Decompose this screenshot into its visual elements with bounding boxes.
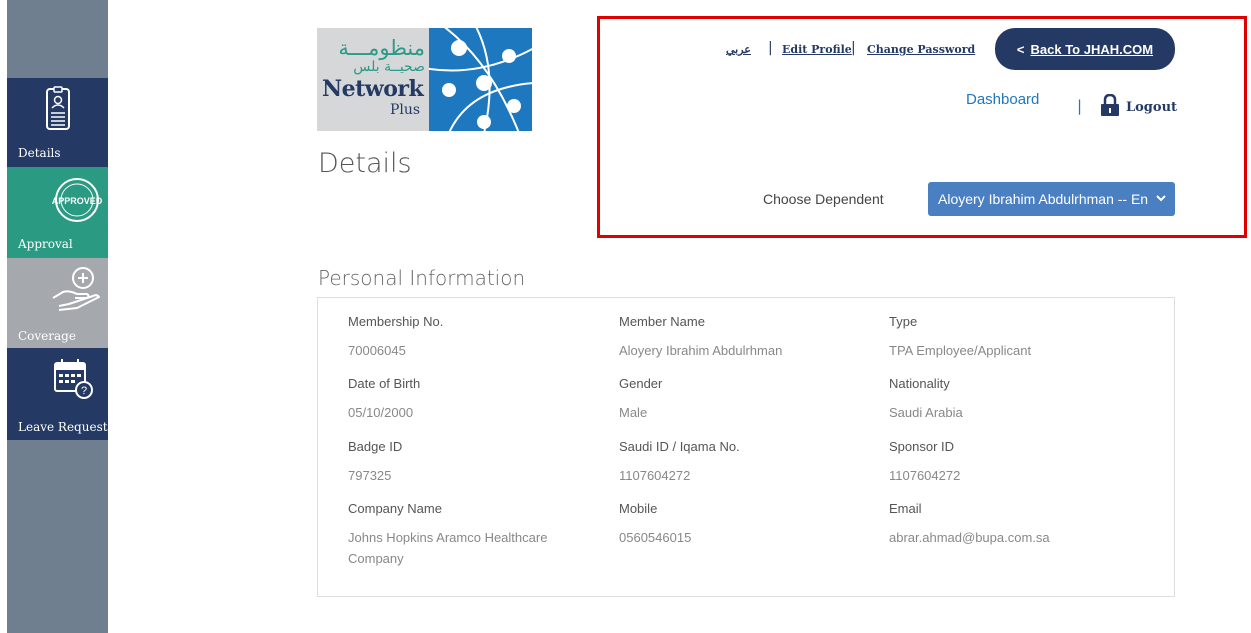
logo-arabic-line2: صحيــة بلس (353, 59, 425, 75)
back-to-jhah-button[interactable]: < Back To JHAH.COM (995, 28, 1175, 70)
badge-id-value: 797325 (348, 468, 392, 483)
logo-network-graphic (423, 28, 532, 131)
approved-stamp-icon: APPROVED (52, 175, 103, 228)
sidebar: Details APPROVED Approval Coverage ? Lea… (7, 0, 108, 633)
sidebar-item-label: Coverage (18, 329, 76, 343)
mobile-label: Mobile (619, 501, 658, 516)
nationality-value: Saudi Arabia (889, 405, 963, 420)
date-of-birth-label: Date of Birth (348, 376, 421, 391)
sidebar-item-label: Details (18, 146, 61, 160)
logout-label: Logout (1126, 99, 1178, 115)
member-name-value: Aloyery Ibrahim Abdulrhman (619, 343, 783, 358)
membership-no-label: Membership No. (348, 314, 444, 329)
saudi-id-value: 1107604272 (619, 468, 691, 483)
svg-text:APPROVED: APPROVED (52, 196, 102, 206)
network-plus-logo: منظومـــة صحيــة بلس Network Plus (317, 28, 532, 131)
membership-no-value: 70006045 (348, 343, 406, 358)
window-edge (0, 0, 7, 633)
sponsor-id-value: 1107604272 (889, 468, 961, 483)
email-label: Email (889, 501, 922, 516)
chevron-down-icon (1155, 191, 1167, 207)
dependent-selected-value: Aloyery Ibrahim Abdulrhman -- En (938, 191, 1149, 207)
separator: | (768, 40, 773, 56)
gender-label: Gender (619, 376, 663, 391)
mobile-value: 0560546015 (619, 530, 692, 545)
lock-icon (1100, 93, 1120, 120)
sidebar-item-approval[interactable]: APPROVED Approval (7, 167, 108, 258)
type-value: TPA Employee/Applicant (889, 343, 1032, 358)
saudi-id-label: Saudi ID / Iqama No. (619, 439, 740, 454)
svg-text:?: ? (81, 385, 87, 397)
sidebar-item-leave-request[interactable]: ? Leave Request (7, 348, 108, 440)
edit-profile-link[interactable]: Edit Profile (782, 43, 852, 56)
arabic-language-link[interactable]: عربي (726, 43, 751, 56)
change-password-link[interactable]: Change Password (867, 43, 975, 56)
logo-arabic-line1: منظومـــة (338, 36, 425, 60)
choose-dependent-label: Choose Dependent (763, 191, 884, 207)
back-button-label: Back To JHAH.COM (1030, 41, 1154, 57)
logo-plus-text: Plus (390, 102, 421, 118)
sponsor-id-label: Sponsor ID (889, 439, 955, 454)
chevron-left-icon: < (1016, 41, 1025, 57)
hand-plus-icon (47, 264, 103, 315)
gender-value: Male (619, 405, 648, 420)
logout-button[interactable]: Logout (1100, 93, 1178, 120)
id-card-icon (7, 86, 108, 135)
logo-network-text: Network (322, 76, 424, 102)
sidebar-item-label: Leave Request (18, 420, 108, 434)
personal-information-title: Personal Information (318, 266, 526, 290)
company-name-value: Johns Hopkins Aramco Healthcare Company (348, 530, 548, 566)
type-label: Type (889, 314, 918, 329)
page-title: Details (318, 148, 412, 179)
sidebar-item-label: Approval (18, 237, 73, 251)
sidebar-item-details[interactable]: Details (7, 78, 108, 167)
dashboard-link[interactable]: Dashboard (966, 91, 1039, 108)
badge-id-label: Badge ID (348, 439, 403, 454)
date-of-birth-value: 05/10/2000 (348, 405, 414, 420)
dependent-select[interactable]: Aloyery Ibrahim Abdulrhman -- En (928, 182, 1175, 216)
email-value: abrar.ahmad@bupa.com.sa (889, 530, 1050, 545)
nationality-label: Nationality (889, 376, 950, 391)
separator: | (1077, 97, 1083, 115)
company-name-label: Company Name (348, 501, 442, 516)
member-name-label: Member Name (619, 314, 705, 329)
sidebar-item-coverage[interactable]: Coverage (7, 258, 108, 348)
calendar-question-icon: ? (53, 358, 93, 403)
separator: | (851, 40, 856, 56)
